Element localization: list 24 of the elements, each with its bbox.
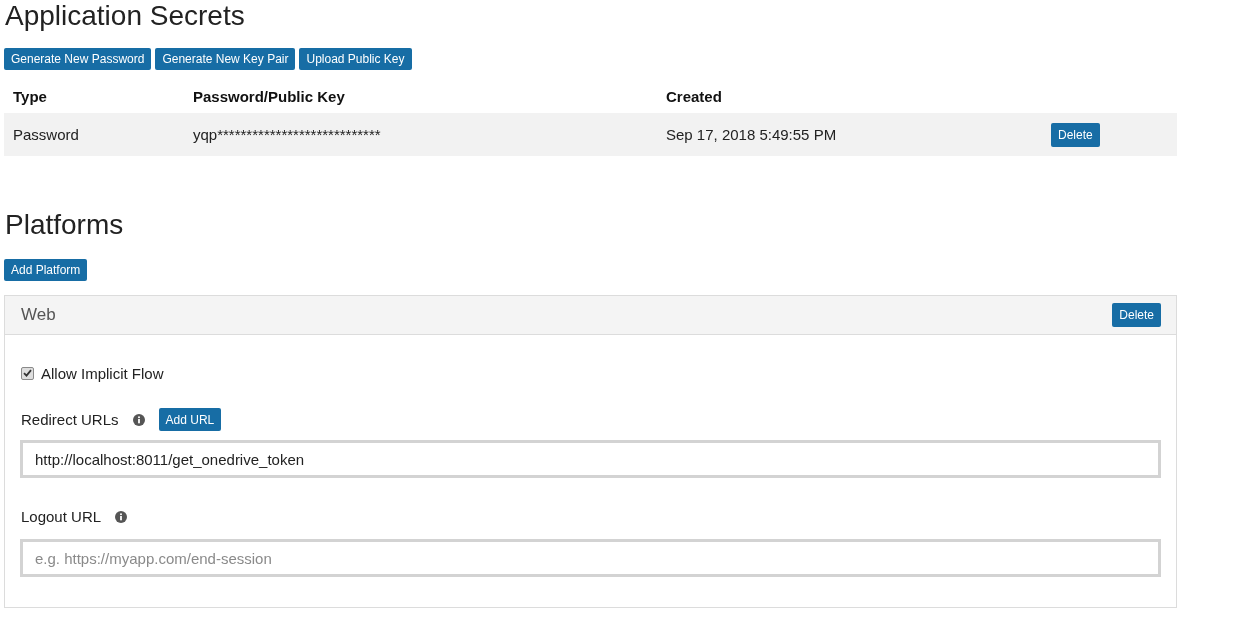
info-icon[interactable] [132, 413, 145, 426]
delete-button[interactable]: Delete [1051, 122, 1100, 147]
table-cell-text: yqp**************************** [192, 126, 382, 143]
info-icon[interactable] [115, 510, 128, 523]
table-cell-text: Password [12, 126, 80, 143]
panel-title: Web [21, 305, 56, 325]
section-title: Application Secrets [5, 0, 246, 32]
table-cell-text: Sep 17, 2018 5:49:55 PM [665, 126, 838, 143]
action-button[interactable]: Generate New Key Pair [155, 48, 296, 70]
input-field[interactable]: e.g. https://myapp.com/end-session [20, 539, 1161, 577]
action-button[interactable]: Upload Public Key [299, 48, 412, 70]
section-title: Platforms [5, 208, 125, 242]
field-label: Redirect URLs [21, 411, 119, 428]
add-platform-button[interactable]: Add Platform [4, 259, 88, 281]
field-label: Logout URL [21, 508, 102, 525]
delete-button[interactable]: Delete [1112, 303, 1161, 327]
input-field[interactable]: http://localhost:8011/get_onedrive_token [20, 440, 1161, 478]
checkbox[interactable] [21, 366, 34, 380]
add-url-button[interactable]: Add URL [158, 408, 222, 431]
column-header: Type [12, 88, 48, 105]
checkbox-label: Allow Implicit Flow [41, 364, 164, 382]
column-header: Created [665, 88, 723, 105]
column-header: Password/Public Key [192, 88, 346, 105]
action-button[interactable]: Generate New Password [4, 48, 152, 70]
